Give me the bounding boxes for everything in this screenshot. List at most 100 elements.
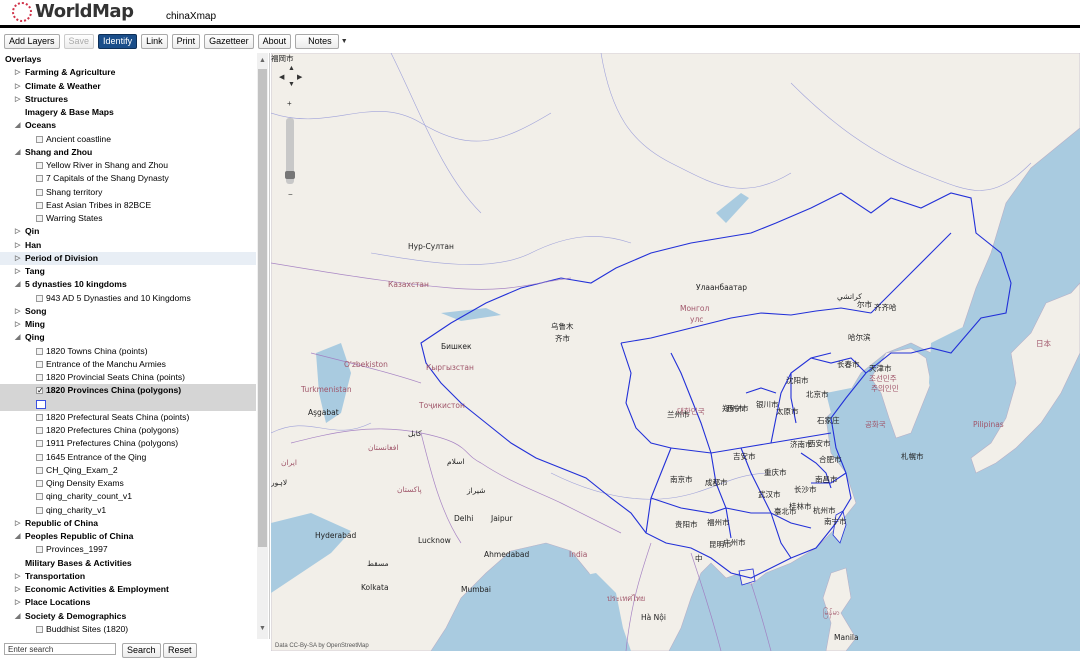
layer-item[interactable]: East Asian Tribes in 82BCE (0, 199, 256, 212)
zoom-slider-handle[interactable] (285, 171, 295, 179)
layer-label[interactable]: 1820 Prefectural Seats China (points) (46, 411, 189, 424)
collapsed-arrow-icon[interactable]: ▷ (15, 239, 23, 252)
pan-right-icon[interactable]: ▶ (297, 73, 302, 81)
tree-folder[interactable]: ▷ Climate & Weather (0, 80, 256, 93)
expanded-arrow-icon[interactable]: ◢ (15, 119, 23, 132)
layer-checkbox[interactable] (36, 294, 43, 302)
tree-folder[interactable]: ▷ Structures (0, 93, 256, 106)
sidebar-scrollbar[interactable]: ▲ ▼ (257, 53, 268, 639)
gazetteer-button[interactable]: Gazetteer (204, 33, 254, 49)
layer-checkbox[interactable] (36, 374, 43, 381)
layer-label[interactable]: 1645 Entrance of the Qing (46, 451, 146, 464)
layer-checkbox[interactable] (36, 506, 43, 514)
tree-folder-label[interactable]: Climate & Weather (25, 80, 101, 93)
layer-checkbox[interactable] (36, 201, 43, 209)
tree-folder-label[interactable]: Period of Division (25, 252, 98, 265)
tree-folder[interactable]: ◢ 5 dynasties 10 kingdoms (0, 278, 256, 291)
collapsed-arrow-icon[interactable]: ▷ (15, 93, 23, 106)
print-button[interactable]: Print (171, 33, 201, 49)
tree-folder[interactable]: ◢ Society & Demographics (0, 610, 256, 623)
layer-checkbox[interactable] (36, 162, 43, 169)
expanded-arrow-icon[interactable]: ◢ (15, 278, 23, 291)
tree-folder[interactable]: ▷ Economic Activities & Employment (0, 583, 256, 596)
layer-item[interactable]: 1820 Prefectural Seats China (points) (0, 411, 256, 424)
notes-dropdown[interactable]: Notes ▼ (295, 33, 348, 49)
collapsed-arrow-icon[interactable]: ▷ (15, 596, 23, 609)
layer-label[interactable]: 1820 Towns China (points) (46, 345, 148, 358)
collapsed-arrow-icon[interactable]: ▷ (15, 265, 23, 278)
layer-item[interactable]: 1820 Provincial Seats China (points) (0, 371, 256, 384)
tree-folder-label[interactable]: Tang (25, 265, 45, 278)
map-canvas[interactable]: Нур-Султан Казахстан Улаанбаатар Монгол улс 乌… (271, 53, 1080, 651)
layer-item[interactable]: 1911 Prefectures China (polygons) (0, 437, 256, 450)
tree-folder-label[interactable]: Society & Demographics (25, 610, 126, 623)
tree-folder-label[interactable]: Economic Activities & Employment (25, 583, 169, 596)
tree-folder-label[interactable]: Han (25, 239, 41, 252)
collapsed-arrow-icon[interactable]: ▷ (15, 583, 23, 596)
layer-label[interactable]: 943 AD 5 Dynasties and 10 Kingdoms (46, 292, 191, 305)
layer-item[interactable]: qing_charity_count_v1 (0, 490, 256, 503)
save-button[interactable]: Save (63, 33, 95, 49)
tree-folder[interactable]: Military Bases & Activities (0, 557, 256, 570)
layer-label[interactable]: Warring States (46, 212, 103, 225)
layer-checkbox[interactable]: ✓ (36, 387, 44, 395)
layer-label[interactable]: 1820 Provincial Seats China (points) (46, 371, 185, 384)
collapsed-arrow-icon[interactable]: ▷ (15, 517, 23, 530)
scrollbar-thumb[interactable] (258, 69, 267, 547)
tree-root-overlays[interactable]: Overlays (0, 53, 256, 66)
layer-item[interactable]: 7 Capitals of the Shang Dynasty (0, 172, 256, 185)
tree-folder-label[interactable]: Peoples Republic of China (25, 530, 133, 543)
layer-label[interactable]: CH_Qing_Exam_2 (46, 464, 118, 477)
layer-label[interactable]: Ancient coastline (46, 133, 111, 146)
pan-down-icon[interactable]: ▼ (288, 81, 295, 88)
tree-folder[interactable]: ◢ Oceans (0, 119, 256, 132)
tree-folder-label[interactable]: Structures (25, 93, 68, 106)
tree-folder[interactable]: Imagery & Base Maps (0, 106, 256, 119)
layer-item[interactable]: CH_Qing_Exam_2 (0, 464, 256, 477)
zoom-in-icon[interactable]: + (287, 99, 292, 108)
tree-folder[interactable]: ▷ Republic of China (0, 517, 256, 530)
expanded-arrow-icon[interactable]: ◢ (15, 610, 23, 623)
collapsed-arrow-icon[interactable]: ▷ (15, 80, 23, 93)
layer-label[interactable]: 1911 Prefectures China (polygons) (46, 437, 178, 450)
expanded-arrow-icon[interactable]: ◢ (15, 331, 23, 344)
tree-folder[interactable]: ◢ Qing (0, 331, 256, 344)
layer-label[interactable]: Shang territory (46, 186, 102, 199)
layer-label[interactable]: qing_charity_count_v1 (46, 490, 132, 503)
link-button[interactable]: Link (141, 33, 168, 49)
collapsed-arrow-icon[interactable]: ▷ (15, 252, 23, 265)
layer-label[interactable]: 7 Capitals of the Shang Dynasty (46, 172, 169, 185)
layer-checkbox[interactable] (36, 135, 43, 143)
tree-folder-label[interactable]: Ming (25, 318, 45, 331)
tree-folder-label[interactable]: Transportation (25, 570, 85, 583)
layer-item[interactable]: Warring States (0, 212, 256, 225)
layer-checkbox[interactable] (36, 188, 43, 196)
expanded-arrow-icon[interactable]: ◢ (15, 146, 23, 159)
tree-folder[interactable]: ▷ Ming (0, 318, 256, 331)
layer-checkbox[interactable] (36, 493, 43, 501)
layer-item[interactable]: qing_charity_v1 (0, 504, 256, 517)
layer-checkbox[interactable] (36, 625, 43, 633)
collapsed-arrow-icon[interactable]: ▷ (15, 66, 23, 79)
tree-folder-label[interactable]: Qin (25, 225, 39, 238)
layer-label[interactable]: Buddhist Sites (1820) (46, 623, 128, 636)
tree-folder[interactable]: ◢ Shang and Zhou (0, 146, 256, 159)
layer-item[interactable]: 1820 Towns China (points) (0, 345, 256, 358)
tree-folder-label[interactable]: Imagery & Base Maps (25, 106, 114, 119)
layer-checkbox[interactable] (36, 453, 43, 461)
layer-label[interactable]: 1820 Provinces China (polygons) (46, 384, 181, 397)
tree-folder[interactable]: ▷ Transportation (0, 570, 256, 583)
tree-folder-label[interactable]: Oceans (25, 119, 56, 132)
chevron-down-icon[interactable]: ▼ (341, 38, 348, 45)
tree-folder-label[interactable]: Republic of China (25, 517, 98, 530)
tree-folder-label[interactable]: Farming & Agriculture (25, 66, 115, 79)
tree-folder[interactable]: ▷ Period of Division (0, 251, 256, 265)
layer-item[interactable]: Shang territory (0, 186, 256, 199)
add-layers-button[interactable]: Add Layers (4, 33, 60, 49)
layer-item[interactable]: 1645 Entrance of the Qing (0, 451, 256, 464)
pan-left-icon[interactable]: ◀ (279, 73, 284, 81)
collapsed-arrow-icon[interactable]: ▷ (15, 570, 23, 583)
pan-up-icon[interactable]: ▲ (288, 65, 295, 72)
layer-item[interactable]: Buddhist Sites (1820) (0, 623, 256, 636)
layer-label[interactable]: Qing Density Exams (46, 477, 124, 490)
